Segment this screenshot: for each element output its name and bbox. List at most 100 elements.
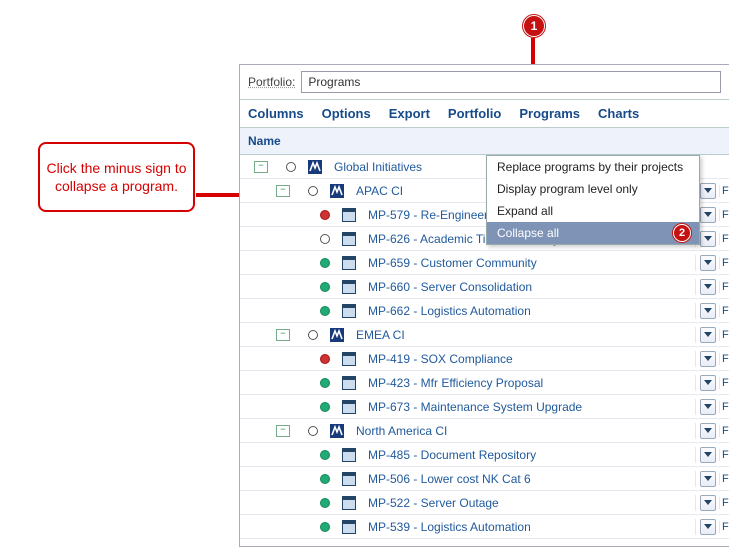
menu-columns[interactable]: Columns xyxy=(248,106,304,121)
menu-options[interactable]: Options xyxy=(322,106,371,121)
menu-charts[interactable]: Charts xyxy=(598,106,639,121)
portfolio-row: Portfolio: xyxy=(240,65,729,100)
row-action-cell xyxy=(695,375,719,391)
program-link[interactable]: APAC CI xyxy=(356,184,403,198)
project-link[interactable]: MP-485 - Document Repository xyxy=(368,448,536,462)
collapse-toggle[interactable]: − xyxy=(254,161,268,173)
row-action-cell xyxy=(695,399,719,415)
row-action-cell xyxy=(695,519,719,535)
dropdown-item[interactable]: Collapse all2 xyxy=(487,222,699,244)
row-tail-cell: F xyxy=(719,281,729,293)
status-indicator xyxy=(308,426,318,436)
row-menu-button[interactable] xyxy=(700,423,716,439)
project-row: MP-423 - Mfr Efficiency ProposalF xyxy=(240,371,729,395)
status-indicator xyxy=(320,306,330,316)
program-icon xyxy=(330,328,344,342)
project-row: MP-485 - Document RepositoryF xyxy=(240,443,729,467)
column-header-name[interactable]: Name xyxy=(240,128,729,155)
program-link[interactable]: Global Initiatives xyxy=(334,160,422,174)
project-link[interactable]: MP-506 - Lower cost NK Cat 6 xyxy=(368,472,531,486)
project-link[interactable]: MP-662 - Logistics Automation xyxy=(368,304,531,318)
menu-export[interactable]: Export xyxy=(389,106,430,121)
row-tail-cell: F xyxy=(719,209,729,221)
portfolio-label: Portfolio: xyxy=(248,75,295,89)
collapse-toggle[interactable]: − xyxy=(276,425,290,437)
status-indicator xyxy=(308,186,318,196)
dropdown-item-label: Display program level only xyxy=(497,182,638,196)
row-menu-button[interactable] xyxy=(700,495,716,511)
row-menu-button[interactable] xyxy=(700,327,716,343)
project-link[interactable]: MP-419 - SOX Compliance xyxy=(368,352,513,366)
program-icon xyxy=(330,184,344,198)
row-tail-cell: F xyxy=(719,473,729,485)
row-menu-button[interactable] xyxy=(700,375,716,391)
project-row: MP-522 - Server Outage F xyxy=(240,491,729,515)
project-icon xyxy=(342,472,356,486)
row-menu-button[interactable] xyxy=(700,231,716,247)
row-menu-button[interactable] xyxy=(700,351,716,367)
status-indicator xyxy=(320,402,330,412)
menu-portfolio[interactable]: Portfolio xyxy=(448,106,501,121)
dropdown-item[interactable]: Expand all xyxy=(487,200,699,222)
row-menu-button[interactable] xyxy=(700,447,716,463)
row-tail-cell: F xyxy=(719,185,729,197)
row-menu-button[interactable] xyxy=(700,399,716,415)
project-link[interactable]: MP-522 - Server Outage xyxy=(368,496,499,510)
status-indicator xyxy=(286,162,296,172)
project-row: MP-539 - Logistics AutomationF xyxy=(240,515,729,539)
status-indicator xyxy=(308,330,318,340)
row-menu-button[interactable] xyxy=(700,471,716,487)
row-menu-button[interactable] xyxy=(700,303,716,319)
program-row: −EMEA CIF xyxy=(240,323,729,347)
project-link[interactable]: MP-673 - Maintenance System Upgrade xyxy=(368,400,582,414)
project-icon xyxy=(342,208,356,222)
project-icon xyxy=(342,280,356,294)
row-action-cell xyxy=(695,279,719,295)
project-row: MP-506 - Lower cost NK Cat 6 F xyxy=(240,467,729,491)
row-tail-cell: F xyxy=(719,233,729,245)
row-tail-cell: F xyxy=(719,257,729,269)
collapse-toggle[interactable]: − xyxy=(276,329,290,341)
row-action-cell xyxy=(695,255,719,271)
instruction-callout: Click the minus sign to collapse a progr… xyxy=(38,142,195,212)
program-icon xyxy=(308,160,322,174)
project-row: MP-673 - Maintenance System Upgrade F xyxy=(240,395,729,419)
project-icon xyxy=(342,400,356,414)
project-row: MP-660 - Server Consolidation F xyxy=(240,275,729,299)
status-indicator xyxy=(320,378,330,388)
project-icon xyxy=(342,376,356,390)
dropdown-item[interactable]: Display program level only xyxy=(487,178,699,200)
dropdown-item[interactable]: Replace programs by their projects xyxy=(487,156,699,178)
row-action-cell xyxy=(695,447,719,463)
step-badge-2: 2 xyxy=(673,224,691,242)
step-badge-1: 1 xyxy=(523,15,545,37)
collapse-toggle[interactable]: − xyxy=(276,185,290,197)
project-link[interactable]: MP-539 - Logistics Automation xyxy=(368,520,531,534)
row-tail-cell: F xyxy=(719,401,729,413)
row-menu-button[interactable] xyxy=(700,207,716,223)
program-link[interactable]: North America CI xyxy=(356,424,447,438)
project-link[interactable]: MP-660 - Server Consolidation xyxy=(368,280,532,294)
portfolio-input[interactable] xyxy=(301,71,721,93)
dropdown-item-label: Replace programs by their projects xyxy=(497,160,683,174)
program-link[interactable]: EMEA CI xyxy=(356,328,405,342)
status-indicator xyxy=(320,210,330,220)
status-indicator xyxy=(320,282,330,292)
status-indicator xyxy=(320,234,330,244)
project-icon xyxy=(342,448,356,462)
row-action-cell xyxy=(695,495,719,511)
row-menu-button[interactable] xyxy=(700,255,716,271)
status-indicator xyxy=(320,258,330,268)
row-tail-cell: F xyxy=(719,497,729,509)
portfolio-panel: Portfolio: Columns Options Export Portfolio… xyxy=(239,64,729,547)
project-link[interactable]: MP-423 - Mfr Efficiency Proposal xyxy=(368,376,543,390)
row-action-cell xyxy=(695,351,719,367)
row-menu-button[interactable] xyxy=(700,519,716,535)
row-tail-cell: F xyxy=(719,353,729,365)
project-link[interactable]: MP-659 - Customer Community xyxy=(368,256,537,270)
menu-programs[interactable]: Programs xyxy=(519,106,580,121)
tree: −Global Initiatives−APAC CIFMP-579 - Re-… xyxy=(240,155,729,539)
row-tail-cell: F xyxy=(719,425,729,437)
row-menu-button[interactable] xyxy=(700,279,716,295)
row-menu-button[interactable] xyxy=(700,183,716,199)
